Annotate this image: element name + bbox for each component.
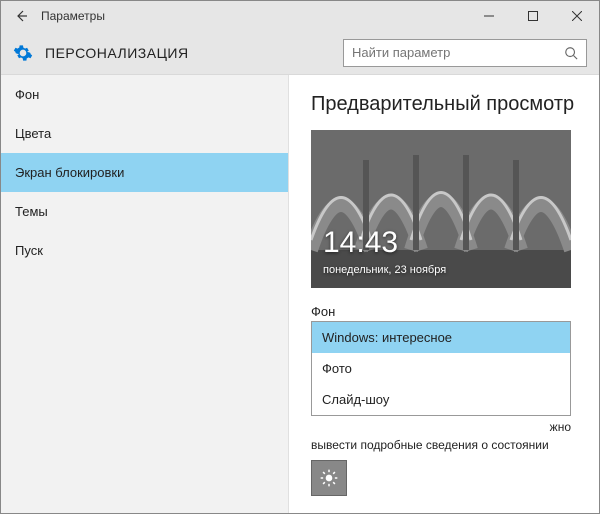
preview-time: 14:43 [323, 226, 398, 260]
search-box[interactable] [343, 39, 587, 67]
dropdown-option-photo[interactable]: Фото [312, 353, 570, 384]
header-title: ПЕРСОНАЛИЗАЦИЯ [45, 45, 189, 61]
main: Фон Цвета Экран блокировки Темы Пуск Пре… [1, 75, 599, 513]
header: ПЕРСОНАЛИЗАЦИЯ [1, 31, 599, 75]
hint-text: жно [311, 420, 571, 434]
gear-icon [13, 43, 33, 63]
dropdown-option-spotlight[interactable]: Windows: интересное [312, 322, 570, 353]
status-app-button[interactable] [311, 460, 347, 496]
close-icon [572, 11, 582, 21]
search-icon [564, 46, 578, 60]
search-input[interactable] [352, 45, 564, 60]
preview-date: понедельник, 23 ноября [323, 264, 446, 276]
background-label: Фон [311, 304, 577, 319]
maximize-button[interactable] [511, 1, 555, 31]
sidebar-item-colors[interactable]: Цвета [1, 114, 288, 153]
maximize-icon [528, 11, 538, 21]
lockscreen-preview: 14:43 понедельник, 23 ноября [311, 130, 571, 288]
back-button[interactable] [1, 8, 41, 24]
back-arrow-icon [13, 8, 29, 24]
window-title: Параметры [41, 9, 467, 23]
preview-title: Предварительный просмотр [311, 93, 577, 116]
dropdown-option-slideshow[interactable]: Слайд-шоу [312, 384, 570, 415]
content: Предварительный просмотр 1 [289, 75, 599, 513]
sun-icon [319, 468, 339, 488]
close-button[interactable] [555, 1, 599, 31]
sidebar-item-themes[interactable]: Темы [1, 192, 288, 231]
sidebar-item-background[interactable]: Фон [1, 75, 288, 114]
hint-fragment: жно [550, 420, 571, 434]
minimize-button[interactable] [467, 1, 511, 31]
titlebar: Параметры [1, 1, 599, 31]
sidebar-item-lockscreen[interactable]: Экран блокировки [1, 153, 288, 192]
minimize-icon [484, 11, 494, 21]
sidebar: Фон Цвета Экран блокировки Темы Пуск [1, 75, 289, 513]
background-dropdown[interactable]: Windows: интересное Фото Слайд-шоу [311, 321, 571, 416]
window-controls [467, 1, 599, 31]
sidebar-item-start[interactable]: Пуск [1, 231, 288, 270]
hint-text-2: вывести подробные сведения о состоянии [311, 438, 577, 452]
